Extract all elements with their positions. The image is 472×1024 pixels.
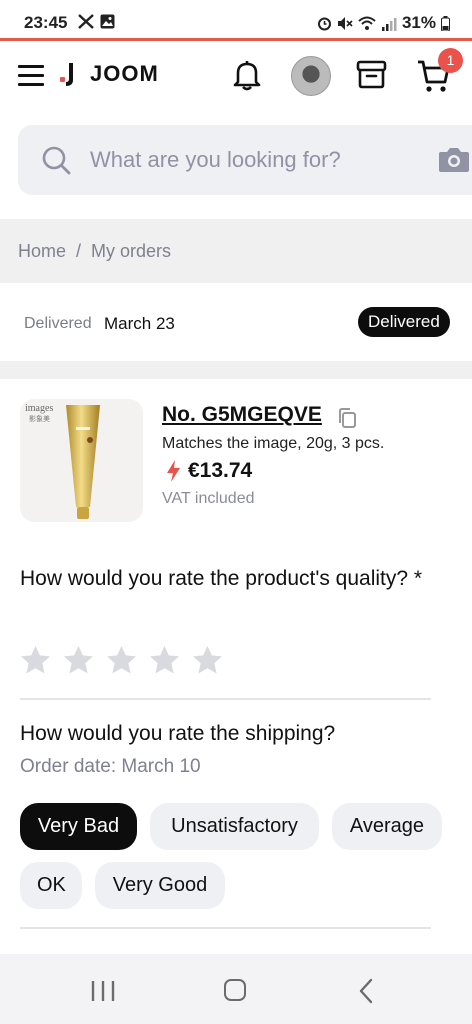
quality-stars	[20, 645, 223, 675]
status-date: March 23	[104, 314, 175, 333]
wifi-icon	[358, 16, 376, 30]
search-input[interactable]	[90, 143, 420, 177]
divider	[20, 698, 431, 700]
system-nav-bar	[0, 954, 472, 1024]
vat-note: VAT included	[162, 490, 255, 507]
archive-box-icon[interactable]	[356, 60, 387, 89]
alarm-icon	[317, 17, 331, 30]
status-label: Delivered	[24, 315, 92, 332]
battery-percent: 31%	[401, 13, 436, 32]
price-row: €13.74	[165, 459, 252, 483]
breadcrumb-separator: /	[76, 241, 82, 261]
back-button[interactable]	[358, 978, 374, 1004]
shipping-option-very-good[interactable]: Very Good	[95, 862, 225, 909]
product-image[interactable]: images 影象美	[20, 399, 143, 522]
copy-icon[interactable]	[337, 407, 357, 429]
status-badge: Delivered	[358, 307, 450, 337]
order-number-link[interactable]: No. G5MGEQVE	[162, 403, 322, 427]
x-logo-icon	[78, 14, 94, 29]
order-status-row: Delivered March 23 Delivered	[0, 283, 472, 361]
status-bar: 23:45 31%	[0, 0, 472, 40]
app-header: JOOM 1	[0, 41, 472, 111]
search-bar	[18, 125, 472, 195]
order-date: Order date: March 10	[20, 756, 201, 777]
lightning-icon	[167, 460, 180, 482]
shipping-option-average[interactable]: Average	[332, 803, 442, 850]
shipping-option-ok[interactable]: OK	[20, 862, 82, 909]
quality-question: How would you rate the product's quality…	[20, 567, 423, 590]
recent-apps-button[interactable]	[91, 980, 115, 1002]
star-5-icon[interactable]	[192, 645, 223, 675]
joom-logo-mark	[60, 63, 73, 86]
search-icon	[42, 146, 71, 175]
product-variant: Matches the image, 20g, 3 pcs.	[162, 435, 385, 452]
bell-icon[interactable]	[233, 59, 261, 91]
status-time: 23:45	[24, 13, 68, 32]
star-1-icon[interactable]	[20, 645, 51, 675]
star-4-icon[interactable]	[149, 645, 180, 675]
cart-count-badge: 1	[438, 48, 463, 73]
product-price: €13.74	[188, 459, 253, 482]
breadcrumb: Home / My orders	[0, 219, 472, 283]
section-divider	[0, 361, 472, 379]
joom-logo[interactable]: JOOM	[60, 61, 159, 87]
star-2-icon[interactable]	[63, 645, 94, 675]
brand-name: JOOM	[90, 61, 159, 86]
product-tube-picture	[66, 405, 100, 519]
shipping-option-unsatisfactory[interactable]: Unsatisfactory	[150, 803, 319, 850]
breadcrumb-home[interactable]: Home	[18, 241, 66, 262]
menu-icon[interactable]	[18, 65, 44, 87]
breadcrumb-my-orders[interactable]: My orders	[91, 241, 171, 262]
signal-icon	[381, 17, 397, 31]
camera-icon[interactable]	[438, 145, 470, 173]
image-icon	[100, 14, 115, 29]
shipping-option-very-bad[interactable]: Very Bad	[20, 803, 137, 850]
star-3-icon[interactable]	[106, 645, 137, 675]
image-watermark-text: images	[25, 403, 54, 414]
avatar[interactable]	[291, 56, 331, 96]
shipping-question: How would you rate the shipping?	[20, 722, 336, 745]
mute-icon	[337, 16, 353, 30]
image-brand-text: 影象美	[29, 416, 50, 423]
divider	[20, 927, 431, 929]
home-button[interactable]	[224, 979, 246, 1001]
battery-icon	[441, 15, 450, 31]
